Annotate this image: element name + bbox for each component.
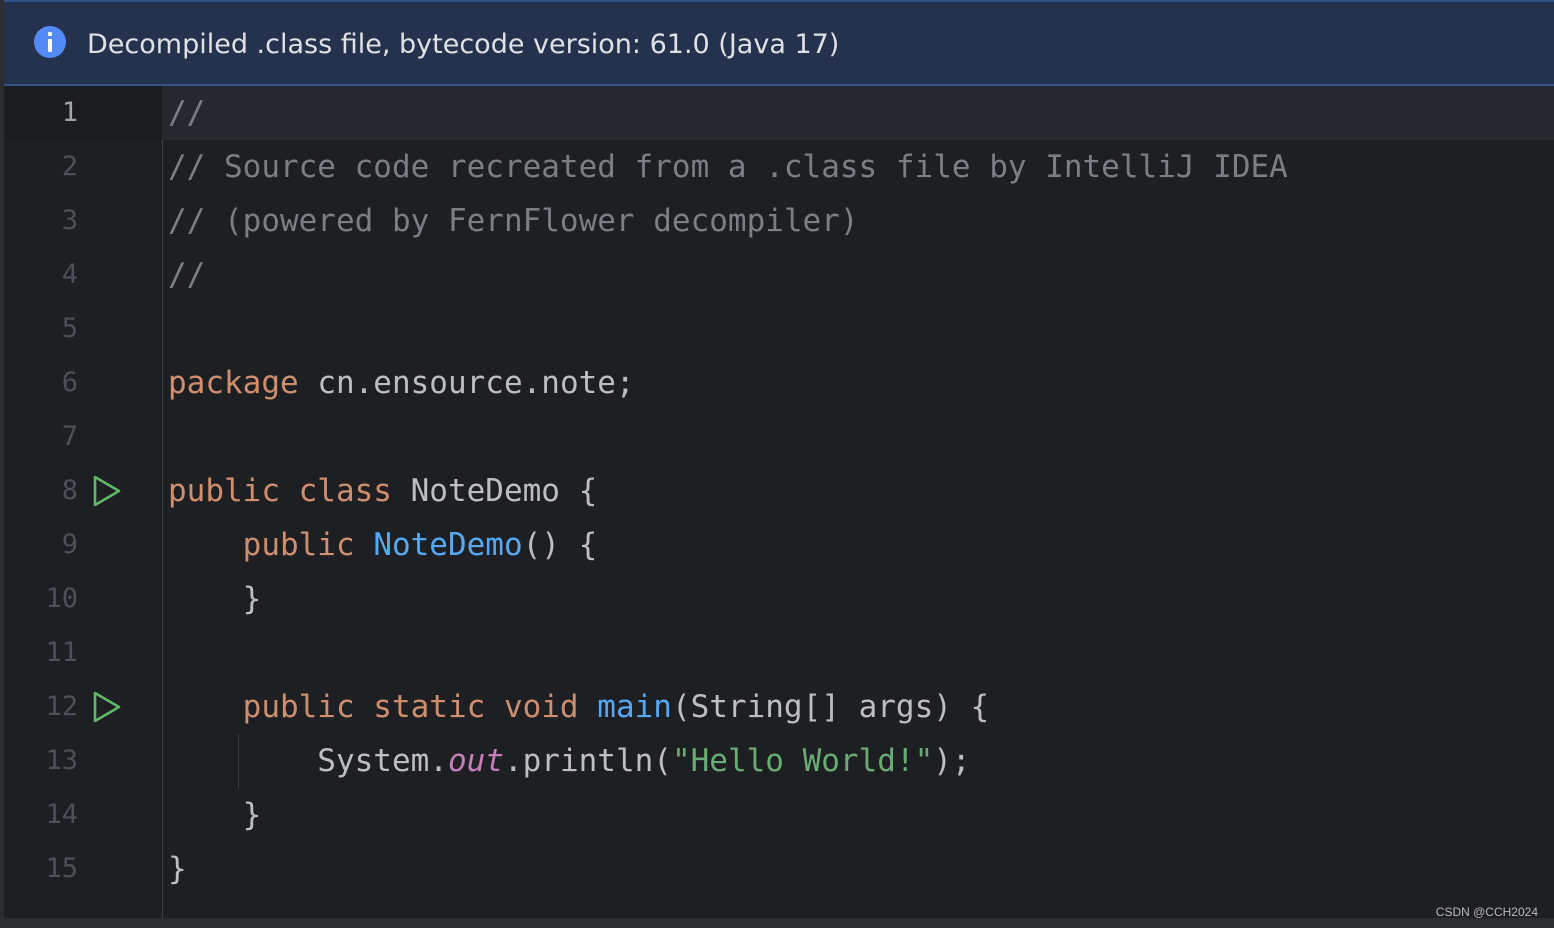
gutter-cell[interactable]: 3 [4, 194, 162, 248]
static-field-token: out [447, 743, 504, 779]
gutter-cell[interactable]: 15 [4, 842, 162, 896]
line-number: 14 [45, 799, 78, 830]
code-text[interactable]: System.out.println("Hello World!"); [168, 734, 971, 788]
code-line[interactable]: 9 public NoteDemo() { [4, 518, 1554, 572]
line-number: 5 [61, 313, 78, 344]
line-number: 3 [61, 205, 78, 236]
code-line[interactable]: 8 public class NoteDemo { [4, 464, 1554, 518]
gutter-cell[interactable]: 13 [4, 734, 162, 788]
line-number: 6 [61, 367, 78, 398]
code-line[interactable]: 5 [4, 302, 1554, 356]
gutter-cell[interactable]: 10 [4, 572, 162, 626]
code-token: ); [933, 743, 971, 779]
code-line[interactable]: 11 [4, 626, 1554, 680]
code-line[interactable]: 13 System.out.println("Hello World!"); [4, 734, 1554, 788]
code-token: System. [168, 743, 448, 779]
code-token: } [168, 851, 187, 887]
line-number: 13 [45, 745, 78, 776]
info-icon [34, 26, 66, 58]
code-text[interactable]: } [168, 842, 187, 896]
banner-message: Decompiled .class file, bytecode version… [87, 29, 840, 60]
code-line[interactable]: 4 // [4, 248, 1554, 302]
line-number: 15 [45, 853, 78, 884]
indent-guide [238, 734, 239, 788]
keyword-token: package [168, 365, 299, 401]
code-line[interactable]: 3 // (powered by FernFlower decompiler) [4, 194, 1554, 248]
code-token: .println( [503, 743, 672, 779]
code-token: NoteDemo { [391, 473, 598, 509]
code-text[interactable]: // [168, 248, 205, 302]
code-text[interactable]: public class NoteDemo { [168, 464, 597, 518]
line-number: 11 [45, 637, 78, 668]
comment-token: // [168, 257, 206, 293]
code-line[interactable]: 7 [4, 410, 1554, 464]
line-number: 8 [61, 475, 78, 506]
gutter-cell[interactable]: 2 [4, 140, 162, 194]
code-token: () { [522, 527, 598, 563]
code-editor[interactable]: 1 // 2 // Source code recreated from a .cla… [4, 86, 1554, 918]
string-literal-token: "Hello World!" [671, 743, 934, 779]
gutter-cell[interactable]: 1 [4, 86, 162, 140]
code-token: (String[] args) { [671, 689, 990, 725]
code-line[interactable]: 2 // Source code recreated from a .class … [4, 140, 1554, 194]
keyword-token: public [242, 527, 355, 563]
gutter-cell[interactable]: 11 [4, 626, 162, 680]
gutter-cell[interactable]: 12 [4, 680, 162, 734]
line-number: 2 [61, 151, 78, 182]
decompiled-notification-banner: Decompiled .class file, bytecode version… [4, 0, 1554, 86]
code-text[interactable]: // Source code recreated from a .class f… [168, 140, 1288, 194]
code-line[interactable]: 1 // [4, 86, 1554, 140]
gutter-cell[interactable]: 4 [4, 248, 162, 302]
gutter-cell[interactable]: 7 [4, 410, 162, 464]
code-line[interactable]: 14 } [4, 788, 1554, 842]
gutter-cell[interactable]: 6 [4, 356, 162, 410]
watermark: CSDN @CCH2024 [1435, 905, 1538, 919]
code-text[interactable]: public static void main(String[] args) { [168, 680, 990, 734]
code-text[interactable]: // [168, 86, 205, 140]
keyword-token: public class [168, 473, 392, 509]
code-token: cn.ensource.note; [298, 365, 635, 401]
gutter-cell[interactable]: 5 [4, 302, 162, 356]
code-text[interactable]: package cn.ensource.note; [168, 356, 635, 410]
line-number: 7 [61, 421, 78, 452]
line-number: 4 [61, 259, 78, 290]
comment-token: // (powered by FernFlower decompiler) [168, 203, 859, 239]
line-number: 10 [45, 583, 78, 614]
code-token: } [168, 581, 262, 617]
gutter-cell[interactable]: 14 [4, 788, 162, 842]
code-token: } [168, 797, 262, 833]
code-line[interactable]: 12 public static void main(String[] args… [4, 680, 1554, 734]
code-line[interactable]: 6 package cn.ensource.note; [4, 356, 1554, 410]
comment-token: // Source code recreated from a .class f… [168, 149, 1288, 185]
code-text[interactable]: } [168, 788, 262, 842]
comment-token: // [168, 95, 206, 131]
run-icon[interactable] [90, 474, 124, 508]
bottom-strip [0, 918, 1554, 928]
line-number: 1 [61, 97, 78, 128]
function-name-token: main [597, 689, 672, 725]
gutter-cell[interactable]: 8 [4, 464, 162, 518]
line-number: 12 [45, 691, 78, 722]
code-line[interactable]: 15} [4, 842, 1554, 896]
code-line[interactable]: 10 } [4, 572, 1554, 626]
code-text[interactable]: } [168, 572, 262, 626]
gutter-cell[interactable]: 9 [4, 518, 162, 572]
code-text[interactable]: // (powered by FernFlower decompiler) [168, 194, 859, 248]
code-text[interactable]: public NoteDemo() { [168, 518, 598, 572]
function-name-token: NoteDemo [373, 527, 523, 563]
line-number: 9 [61, 529, 78, 560]
run-icon[interactable] [90, 690, 124, 724]
keyword-token: public static void [242, 689, 579, 725]
